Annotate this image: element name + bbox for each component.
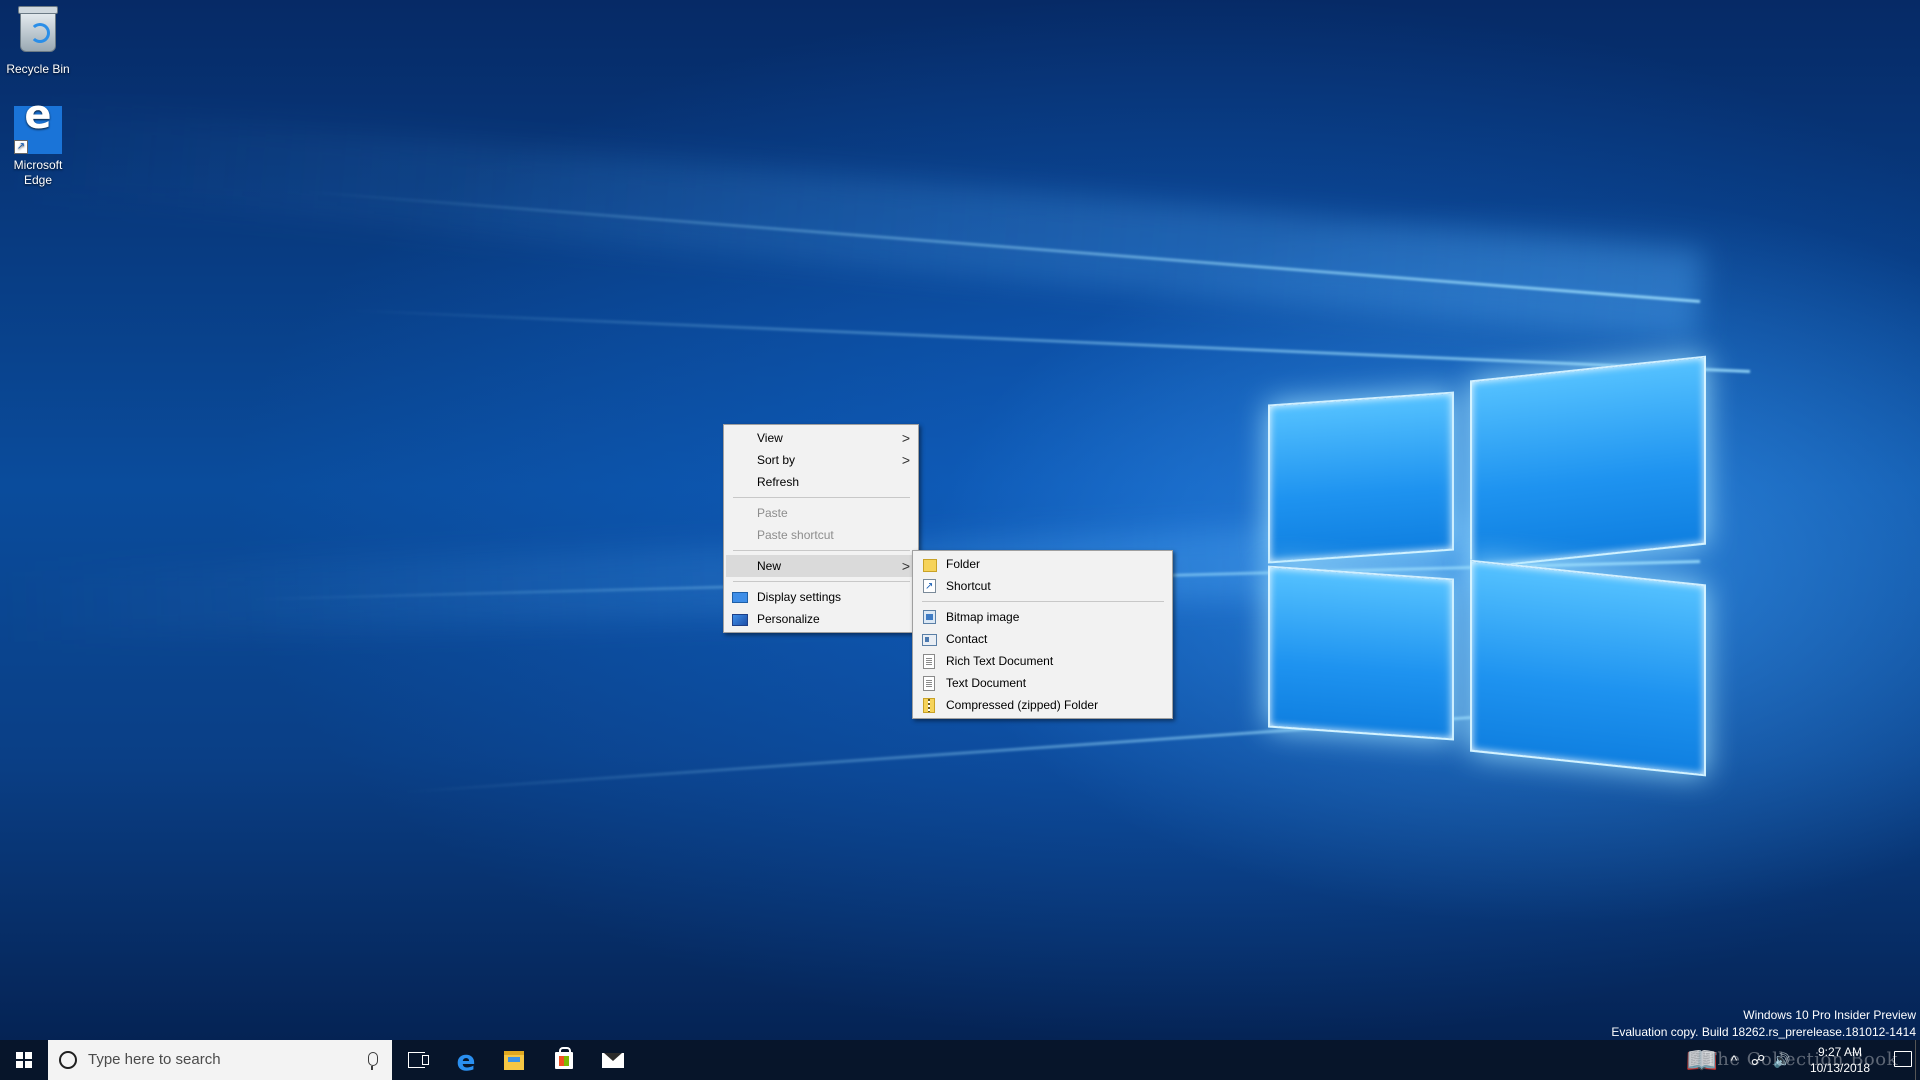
menu-item-label: View — [757, 431, 783, 445]
mail-icon — [602, 1052, 624, 1068]
menu-item-label: Sort by — [757, 453, 796, 467]
menu-item-new[interactable]: New > — [726, 555, 916, 577]
menu-item-paste-shortcut: Paste shortcut — [724, 524, 918, 546]
clock-date: 10/13/2018 — [1809, 1061, 1871, 1075]
menu-item-view[interactable]: View > — [724, 427, 918, 449]
clock[interactable]: 9:27 AM 10/13/2018 — [1800, 1044, 1880, 1076]
submenu-item-shortcut[interactable]: Shortcut — [913, 575, 1172, 598]
display-settings-icon — [732, 592, 748, 603]
menu-item-label: Paste — [757, 506, 788, 520]
menu-item-paste: Paste — [724, 502, 918, 524]
chevron-right-icon: > — [901, 452, 910, 468]
menu-separator — [733, 497, 910, 498]
new-submenu: Folder Shortcut Bitmap image Contact Ric… — [912, 550, 1173, 719]
windows-logo-pane — [1268, 565, 1454, 741]
submenu-item-folder[interactable]: Folder — [913, 553, 1172, 575]
menu-item-refresh[interactable]: Refresh — [724, 471, 918, 493]
desktop-icon-microsoft-edge[interactable]: e ↗ Microsoft Edge — [0, 95, 76, 188]
watermark-edition: Windows 10 Pro Insider Preview — [1743, 1008, 1916, 1022]
search-placeholder: Type here to search — [88, 1051, 221, 1068]
light-beam — [2, 102, 1704, 340]
submenu-item-compressed-folder[interactable]: Compressed (zipped) Folder — [913, 694, 1172, 716]
menu-item-label: Refresh — [757, 475, 800, 489]
menu-item-label: Rich Text Document — [946, 654, 1054, 668]
menu-item-label: Display settings — [757, 590, 842, 604]
text-document-icon — [923, 676, 935, 691]
zip-folder-icon — [923, 698, 935, 713]
microphone-icon[interactable] — [368, 1052, 378, 1070]
menu-item-label: Text Document — [946, 676, 1027, 690]
store-icon — [555, 1046, 573, 1069]
menu-item-personalize[interactable]: Personalize — [724, 608, 918, 630]
edge-icon: e ↗ — [14, 95, 62, 154]
rich-text-document-icon — [923, 654, 935, 669]
search-box[interactable]: Type here to search — [48, 1040, 392, 1080]
menu-item-label: Folder — [946, 557, 981, 571]
shortcut-icon — [923, 576, 936, 598]
submenu-item-rich-text-document[interactable]: Rich Text Document — [913, 650, 1172, 672]
build-watermark: Windows 10 Pro Insider Preview Evaluatio… — [1611, 1007, 1916, 1041]
clock-time: 9:27 AM — [1817, 1045, 1863, 1059]
tray-chevron-icon[interactable]: ^ — [1724, 1040, 1744, 1080]
recycle-bin-icon — [14, 6, 62, 58]
show-desktop-button[interactable] — [1915, 1040, 1920, 1080]
taskbar-file-explorer-button[interactable] — [490, 1040, 538, 1080]
volume-icon[interactable]: 🔊 — [1772, 1040, 1792, 1080]
menu-item-label: Shortcut — [946, 579, 991, 593]
personalize-icon — [732, 614, 748, 626]
action-center-icon[interactable] — [1894, 1051, 1912, 1067]
task-view-icon — [407, 1052, 429, 1068]
desktop-icon-recycle-bin[interactable]: Recycle Bin — [0, 6, 76, 77]
start-button[interactable] — [0, 1040, 48, 1080]
chevron-right-icon: > — [901, 558, 910, 574]
menu-item-sort-by[interactable]: Sort by > — [724, 449, 918, 471]
menu-separator — [922, 601, 1164, 602]
desktop-context-menu: View > Sort by > Refresh Paste Paste sho… — [723, 424, 919, 633]
menu-item-label: Bitmap image — [946, 610, 1020, 624]
windows-logo-icon — [16, 1052, 32, 1068]
taskbar-store-button[interactable] — [540, 1040, 588, 1080]
menu-item-label: Personalize — [757, 612, 820, 626]
windows-logo-pane — [1268, 391, 1454, 564]
task-view-button[interactable] — [392, 1040, 440, 1080]
bitmap-image-icon — [923, 610, 936, 624]
edge-icon: e — [456, 1043, 476, 1077]
menu-item-label: Paste shortcut — [757, 528, 834, 542]
taskbar: Type here to search e 📖 The Collection B… — [0, 1040, 1920, 1080]
chevron-right-icon: > — [901, 430, 910, 446]
windows-logo-pane — [1470, 355, 1706, 570]
menu-item-label: New — [757, 559, 782, 573]
system-tray: 📖 The Collection Book ^ ☍ 🔊 9:27 AM 10/1… — [1660, 1040, 1920, 1080]
watermark-build: Evaluation copy. Build 18262.rs_prerelea… — [1611, 1025, 1916, 1039]
desktop-icon-label: Microsoft Edge — [13, 158, 63, 187]
desktop-background[interactable]: Recycle Bin e ↗ Microsoft Edge View > Sor… — [0, 0, 1920, 1080]
menu-item-label: Contact — [946, 632, 988, 646]
menu-item-display-settings[interactable]: Display settings — [724, 586, 918, 608]
cortana-icon — [59, 1051, 77, 1069]
taskbar-mail-button[interactable] — [589, 1040, 637, 1080]
desktop-icon-label: Recycle Bin — [6, 62, 70, 76]
menu-item-label: Compressed (zipped) Folder — [946, 698, 1099, 712]
submenu-item-text-document[interactable]: Text Document — [913, 672, 1172, 694]
file-explorer-icon — [504, 1050, 524, 1070]
submenu-item-bitmap-image[interactable]: Bitmap image — [913, 606, 1172, 628]
menu-separator — [733, 550, 910, 551]
submenu-item-contact[interactable]: Contact — [913, 628, 1172, 650]
taskbar-edge-button[interactable]: e — [442, 1040, 490, 1080]
network-icon[interactable]: ☍ — [1748, 1040, 1768, 1080]
folder-icon — [923, 559, 937, 572]
windows-logo-pane — [1470, 559, 1706, 777]
contact-icon — [922, 634, 937, 646]
menu-separator — [733, 581, 910, 582]
